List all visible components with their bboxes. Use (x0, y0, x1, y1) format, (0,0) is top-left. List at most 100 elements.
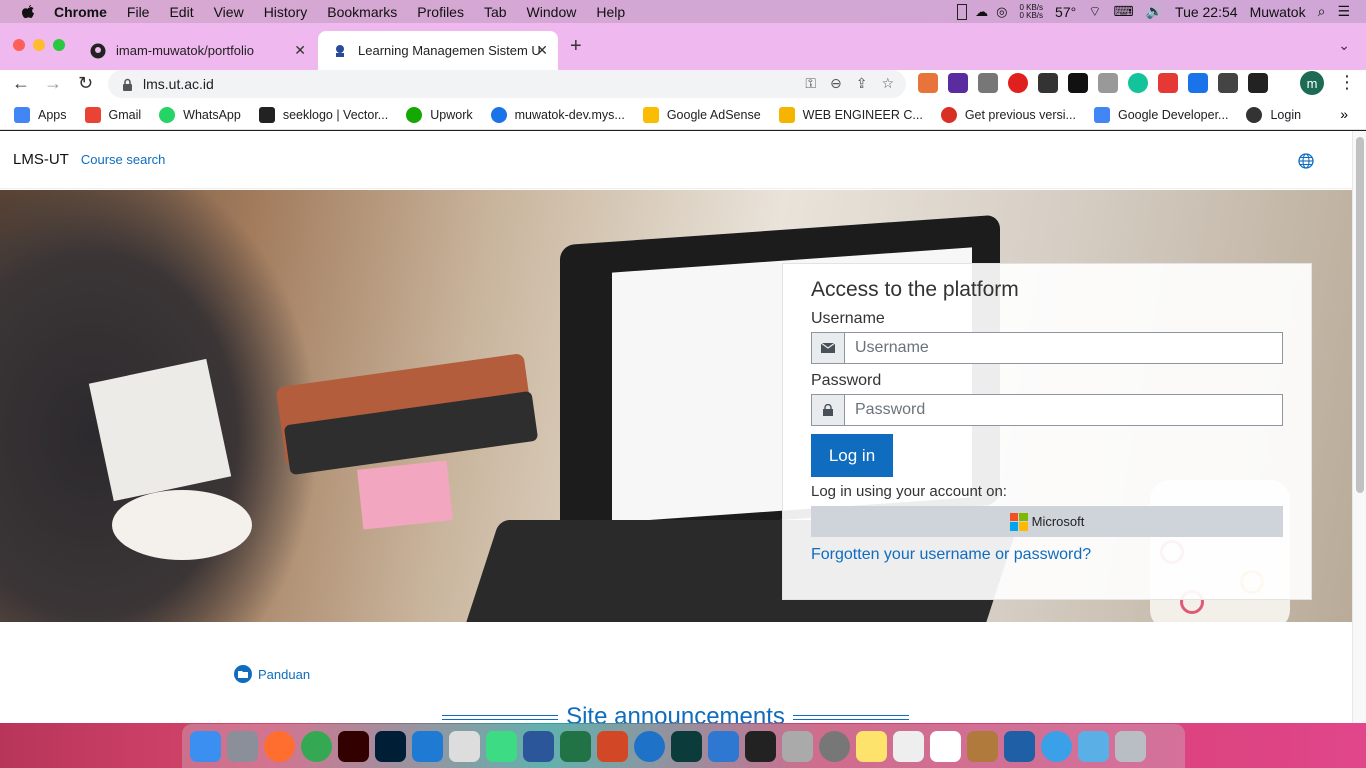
mastodon-icon[interactable] (634, 730, 665, 762)
excel-icon[interactable] (560, 730, 591, 762)
password-input[interactable] (844, 394, 1283, 426)
bookmark-folder-web-engineer[interactable]: WEB ENGINEER C... (778, 106, 923, 123)
extension-icon[interactable] (918, 73, 938, 93)
bookmark-gmail[interactable]: Gmail (84, 106, 141, 123)
extension-icon[interactable] (1158, 73, 1178, 93)
extension-icon[interactable] (1008, 73, 1028, 93)
menu-view[interactable]: View (214, 4, 244, 20)
bookmark-adsense[interactable]: Google AdSense (642, 106, 761, 123)
username-input[interactable] (844, 332, 1283, 364)
lock-icon[interactable] (122, 78, 133, 91)
bookmark-muwatok-dev[interactable]: muwatok-dev.mys... (490, 106, 625, 123)
close-tab-icon[interactable]: ✕ (294, 42, 306, 59)
course-search-link[interactable]: Course search (81, 152, 166, 167)
keyboard-icon[interactable]: ⌨ (1113, 3, 1133, 20)
bookmark-apps[interactable]: Apps (14, 106, 67, 123)
battery-icon[interactable] (957, 3, 968, 20)
extension-icon[interactable] (1188, 73, 1208, 93)
chrome-icon[interactable] (301, 730, 332, 762)
virtualbox-icon[interactable] (1004, 730, 1035, 762)
language-globe-icon[interactable] (1298, 153, 1314, 169)
calendar-icon[interactable] (930, 730, 961, 762)
minimize-window-icon[interactable] (33, 39, 45, 51)
side-panel-icon[interactable] (1248, 73, 1268, 93)
powerpoint-icon[interactable] (597, 730, 628, 762)
tab-github-portfolio[interactable]: imam-muwatok/portfolio ✕ (76, 31, 316, 70)
app-icon[interactable] (782, 730, 813, 762)
notes-icon[interactable] (856, 730, 887, 762)
zoom-window-icon[interactable] (53, 39, 65, 51)
panduan-link[interactable]: Panduan (234, 665, 310, 683)
bookmark-star-icon[interactable]: ☆ (881, 75, 894, 92)
back-button[interactable]: ← (12, 73, 30, 94)
puzzle-extensions-icon[interactable] (1218, 73, 1238, 93)
menu-help[interactable]: Help (596, 4, 625, 20)
bookmark-login[interactable]: Login (1246, 106, 1301, 123)
quicktime-icon[interactable] (1041, 730, 1072, 762)
microsoft-login-button[interactable]: Microsoft (811, 506, 1283, 537)
screenshot-icon[interactable] (449, 730, 480, 762)
more-bookmarks-chevron-icon[interactable]: » (1340, 106, 1348, 122)
android-studio-icon[interactable] (486, 730, 517, 762)
new-tab-button[interactable]: + (570, 35, 582, 58)
terminal-icon[interactable] (745, 730, 776, 762)
photoshop-icon[interactable] (375, 730, 406, 762)
camera-icon[interactable] (1098, 73, 1118, 93)
bookmark-google-developer[interactable]: Google Developer... (1093, 106, 1228, 123)
page-scrollbar[interactable] (1352, 131, 1366, 723)
grammarly-icon[interactable] (1128, 73, 1148, 93)
app-icon[interactable] (893, 730, 924, 762)
spotlight-search-icon[interactable]: ⌕ (1318, 3, 1326, 20)
folder-icon[interactable] (1078, 730, 1109, 762)
menu-app-chrome[interactable]: Chrome (54, 4, 107, 20)
app-icon[interactable] (708, 730, 739, 762)
status-icons[interactable]: ☁ ◎ (957, 3, 1007, 20)
menu-bookmarks[interactable]: Bookmarks (327, 4, 397, 20)
illustrator-icon[interactable] (338, 730, 369, 762)
login-button[interactable]: Log in (811, 434, 893, 477)
profile-avatar[interactable]: m (1300, 71, 1324, 95)
bookmark-upwork[interactable]: Upwork (406, 106, 473, 123)
tab-search-chevron-icon[interactable]: ⌄ (1338, 37, 1350, 54)
vscode-icon[interactable] (412, 730, 443, 762)
volume-icon[interactable]: 🔊 (1146, 3, 1163, 20)
extension-icon[interactable] (1068, 73, 1088, 93)
menu-tab[interactable]: Tab (484, 4, 507, 20)
share-icon[interactable]: ⇪ (856, 75, 868, 92)
finder-icon[interactable] (190, 730, 221, 762)
close-window-icon[interactable] (13, 39, 25, 51)
close-tab-icon[interactable]: ✕ (536, 42, 548, 59)
apple-icon[interactable] (20, 4, 36, 20)
menu-history[interactable]: History (264, 4, 308, 20)
menu-profiles[interactable]: Profiles (417, 4, 464, 20)
site-brand[interactable]: LMS-UT (13, 151, 69, 168)
reload-button[interactable]: ↻ (78, 73, 93, 94)
cloud-icon[interactable]: ☁ (975, 4, 988, 20)
control-center-icon[interactable]: ☰ (1337, 3, 1350, 20)
app-icon[interactable] (671, 730, 702, 762)
user-name[interactable]: Muwatok (1250, 4, 1306, 20)
extension-icon[interactable] (1038, 73, 1058, 93)
trash-icon[interactable] (1115, 730, 1146, 762)
menu-edit[interactable]: Edit (169, 4, 193, 20)
temperature[interactable]: 57° (1055, 4, 1076, 20)
launchpad-icon[interactable] (227, 730, 258, 762)
url-text[interactable]: lms.ut.ac.id (143, 76, 214, 92)
address-bar[interactable]: lms.ut.ac.id ⚿ ⊖ ⇪ ☆ (108, 70, 906, 98)
app-icon[interactable] (967, 730, 998, 762)
word-icon[interactable] (523, 730, 554, 762)
wifi-icon[interactable]: ⌔ (1088, 3, 1101, 21)
zoom-icon[interactable]: ⊖ (830, 75, 842, 92)
chrome-menu-icon[interactable]: ⋮ (1338, 72, 1356, 93)
extension-icon[interactable] (948, 73, 968, 93)
forward-button[interactable]: → (44, 73, 62, 94)
bookmark-previous-version[interactable]: Get previous versi... (940, 106, 1076, 123)
forgot-password-link[interactable]: Forgotten your username or password? (811, 546, 1283, 564)
firefox-icon[interactable] (264, 730, 295, 762)
creative-cloud-icon[interactable]: ◎ (996, 4, 1007, 20)
menu-window[interactable]: Window (527, 4, 577, 20)
menu-file[interactable]: File (127, 4, 150, 20)
clock[interactable]: Tue 22:54 (1175, 4, 1238, 20)
bookmark-whatsapp[interactable]: WhatsApp (159, 106, 241, 123)
bookmark-seeklogo[interactable]: seeklogo | Vector... (258, 106, 388, 123)
